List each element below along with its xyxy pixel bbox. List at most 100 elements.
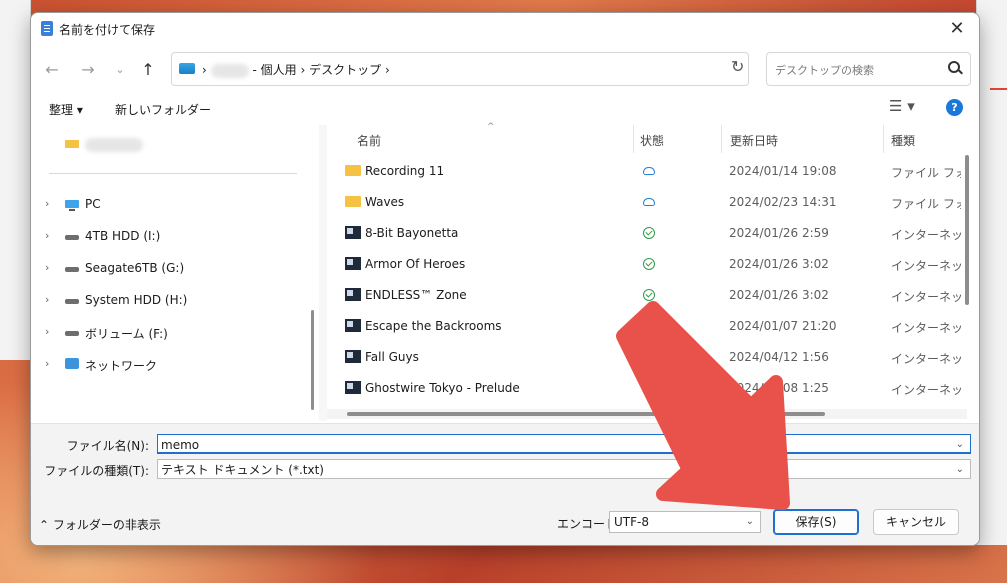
- expand-chevron-icon[interactable]: ›: [45, 325, 49, 338]
- expand-chevron-icon[interactable]: ›: [45, 357, 49, 370]
- divider: [49, 173, 297, 174]
- notepad-icon: [41, 21, 53, 36]
- column-separator[interactable]: [883, 125, 884, 153]
- expand-chevron-icon[interactable]: ›: [45, 261, 49, 274]
- file-name: ENDLESS™ Zone: [365, 288, 467, 302]
- filename-history-chevron-icon[interactable]: ⌄: [956, 435, 964, 455]
- monitor-icon: [65, 200, 79, 211]
- file-type: インターネット ショートカット: [891, 321, 961, 335]
- file-name: 8-Bit Bayonetta: [365, 226, 459, 240]
- filetype-select[interactable]: テキスト ドキュメント (*.txt) ⌄: [157, 459, 971, 479]
- dialog-title: 名前を付けて保存: [59, 23, 156, 37]
- file-name: Ghostwire Tokyo - Prelude: [365, 381, 520, 395]
- background-accent-line: [990, 88, 1007, 90]
- column-header-status[interactable]: 状態: [640, 132, 664, 149]
- file-date: 2024/02/23 14:31: [729, 195, 837, 209]
- back-arrow-icon[interactable]: ←: [41, 59, 63, 81]
- cancel-button[interactable]: キャンセル: [873, 509, 959, 535]
- nav-item-label: 4TB HDD (I:): [85, 229, 161, 243]
- file-name: Armor Of Heroes: [365, 257, 466, 271]
- forward-arrow-icon[interactable]: →: [77, 59, 99, 81]
- close-button[interactable]: ✕: [945, 17, 969, 41]
- drive-icon: [65, 267, 79, 272]
- file-type: インターネット ショートカット: [891, 228, 961, 242]
- view-options-icon[interactable]: ☰ ▾: [889, 97, 915, 115]
- column-header-name[interactable]: 名前: [357, 132, 381, 149]
- navigation-pane: › PC › 4TB HDD (I:) › Seagate6TB (G:) › …: [31, 125, 319, 421]
- search-input[interactable]: デスクトップの検索: [766, 52, 971, 86]
- filetype-chevron-icon[interactable]: ⌄: [956, 460, 964, 480]
- red-annotation-arrow-icon: [616, 301, 790, 510]
- nav-item-label: System HDD (H:): [85, 293, 188, 307]
- cloud-status-icon: [643, 167, 655, 175]
- search-placeholder: デスクトップの検索: [775, 64, 874, 77]
- file-row[interactable]: Waves 2024/02/23 14:31 ファイル フォルダー: [327, 186, 961, 217]
- breadcrumb: › - 個人用 › デスクトップ ›: [202, 61, 390, 78]
- file-type: インターネット ショートカット: [891, 259, 961, 273]
- hide-folders-toggle[interactable]: ⌃ フォルダーの非表示: [39, 516, 161, 533]
- file-date: 2024/01/14 19:08: [729, 164, 837, 178]
- background-window-left: [0, 0, 31, 360]
- nav-item-4tb-hdd[interactable]: › 4TB HDD (I:): [31, 223, 311, 251]
- file-row[interactable]: 8-Bit Bayonetta 2024/01/26 2:59 インターネット …: [327, 217, 961, 248]
- breadcrumb-separator[interactable]: ›: [202, 63, 207, 77]
- expand-chevron-icon[interactable]: ›: [45, 197, 49, 210]
- game-shortcut-icon: [345, 288, 361, 301]
- background-window-right: [976, 0, 1007, 545]
- cloud-status-icon: [643, 198, 655, 206]
- column-header-date[interactable]: 更新日時: [730, 132, 778, 149]
- column-separator[interactable]: [633, 125, 634, 153]
- synced-check-icon: [643, 258, 655, 270]
- refresh-icon[interactable]: ↻: [731, 57, 744, 76]
- breadcrumb-separator[interactable]: ›: [300, 63, 305, 77]
- column-separator[interactable]: [721, 125, 722, 153]
- breadcrumb-separator[interactable]: ›: [385, 63, 390, 77]
- network-icon: [65, 358, 79, 369]
- file-name: Recording 11: [365, 164, 445, 178]
- file-type: ファイル フォルダー: [891, 197, 961, 211]
- help-icon[interactable]: ?: [946, 99, 963, 116]
- filename-label: ファイル名(N):: [66, 439, 149, 453]
- navigation-pane-scrollbar[interactable]: [311, 310, 314, 410]
- recent-locations-chevron-icon[interactable]: ⌄: [109, 59, 131, 81]
- organize-menu[interactable]: 整理 ▾: [49, 101, 83, 118]
- column-header-type[interactable]: 種類: [891, 132, 915, 149]
- file-type: インターネット ショートカット: [891, 383, 961, 397]
- sort-ascending-icon: ^: [487, 122, 495, 132]
- file-row[interactable]: Armor Of Heroes 2024/01/26 3:02 インターネット …: [327, 248, 961, 279]
- file-type: インターネット ショートカット: [891, 290, 961, 304]
- file-date: 2024/01/26 2:59: [729, 226, 829, 240]
- nav-item-volume-f[interactable]: › ボリューム (F:): [31, 319, 311, 347]
- new-folder-button[interactable]: 新しいフォルダー: [115, 101, 211, 118]
- breadcrumb-desktop[interactable]: デスクトップ: [309, 63, 381, 77]
- nav-item-network[interactable]: › ネットワーク: [31, 351, 311, 379]
- hide-folders-label: フォルダーの非表示: [52, 518, 161, 532]
- up-arrow-icon[interactable]: ↑: [137, 59, 159, 81]
- filetype-label: ファイルの種類(T):: [44, 464, 149, 478]
- desktop-folder-icon: [179, 63, 195, 74]
- nav-item-pc[interactable]: › PC: [31, 191, 311, 219]
- game-shortcut-icon: [345, 350, 361, 363]
- drive-icon: [65, 331, 79, 336]
- file-row[interactable]: Recording 11 2024/01/14 19:08 ファイル フォルダー: [327, 155, 961, 186]
- address-bar[interactable]: › - 個人用 › デスクトップ › ⌄: [171, 52, 846, 86]
- file-name: Fall Guys: [365, 350, 419, 364]
- nav-item-label: ネットワーク: [85, 359, 158, 373]
- filetype-value: テキスト ドキュメント (*.txt): [161, 463, 324, 477]
- nav-item-user-folder[interactable]: [31, 131, 311, 159]
- expand-chevron-icon[interactable]: ›: [45, 229, 49, 242]
- nav-item-system-hdd[interactable]: › System HDD (H:): [31, 287, 311, 315]
- expand-chevron-icon[interactable]: ›: [45, 293, 49, 306]
- pane-splitter[interactable]: [319, 125, 327, 421]
- nav-item-seagate[interactable]: › Seagate6TB (G:): [31, 255, 311, 283]
- game-shortcut-icon: [345, 381, 361, 394]
- filename-input[interactable]: memo ⌄: [157, 434, 971, 454]
- file-type: ファイル フォルダー: [891, 166, 961, 180]
- filename-value: memo: [161, 438, 200, 452]
- game-shortcut-icon: [345, 226, 361, 239]
- search-icon: [948, 61, 960, 73]
- chevron-up-icon: ⌃: [39, 518, 50, 532]
- breadcrumb-personal[interactable]: - 個人用: [252, 63, 296, 77]
- file-list-vertical-scrollbar[interactable]: [965, 155, 969, 305]
- save-options-panel: ファイル名(N): memo ⌄ ファイルの種類(T): テキスト ドキュメント…: [31, 423, 979, 545]
